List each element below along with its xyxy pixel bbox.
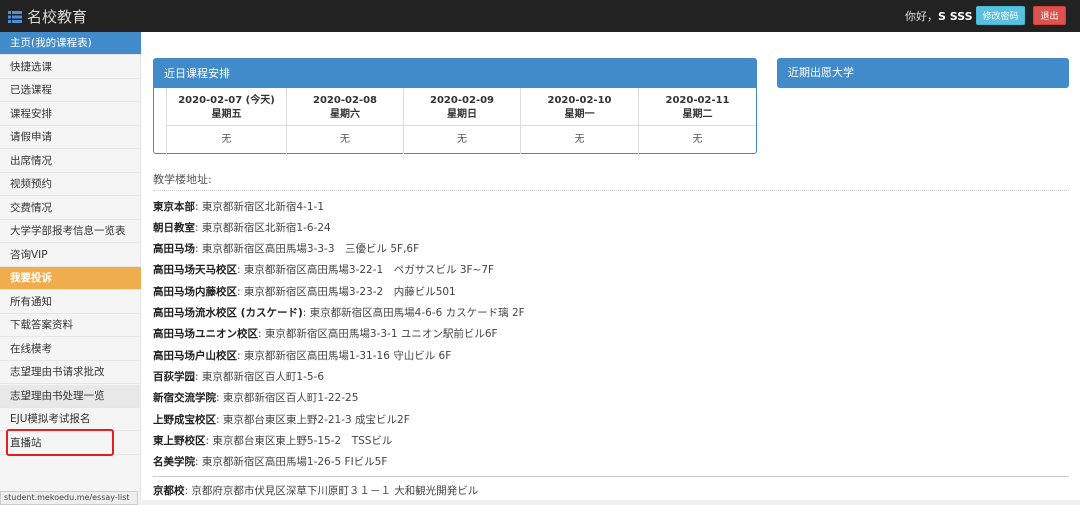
campus-address: 東京都台東区東上野5-15-2 TSSビル bbox=[212, 435, 393, 447]
schedule-day: 2020-02-09 星期日 无 bbox=[403, 88, 520, 154]
campus-name: 百荻学园 bbox=[153, 371, 195, 383]
day-date: 2020-02-08 bbox=[313, 95, 377, 106]
day-value: 无 bbox=[574, 134, 585, 145]
campus-name: 高田马场天马校区 bbox=[153, 264, 237, 276]
campus-address: 東京都新宿区高田馬場3-23-2 内藤ビル501 bbox=[243, 286, 456, 298]
schedule-day: 2020-02-10 星期一 无 bbox=[520, 88, 638, 154]
schedule-table: 2020-02-07 (今天) 星期五 无 2020-02-08 星期六 无 202… bbox=[154, 88, 756, 154]
day-weekday: 星期二 bbox=[682, 109, 713, 120]
status-url: student.mekoedu.me/essay-list bbox=[0, 491, 138, 505]
campus-address: 東京都新宿区高田馬場3-3-1 ユニオン駅前ビル6F bbox=[264, 328, 498, 340]
campus-name: 東京本部 bbox=[153, 201, 195, 213]
day-weekday: 星期六 bbox=[330, 109, 360, 120]
campus-name: 高田马场内藤校区 bbox=[153, 286, 237, 298]
schedule-day: 2020-02-07 (今天) 星期五 无 bbox=[166, 88, 286, 154]
day-value: 无 bbox=[692, 134, 703, 145]
highlight-box bbox=[6, 429, 114, 456]
address-item-kyoto: 京都校: 京都府京都市伏見区深草下川原町３１－１ 大和観光開発ビル bbox=[153, 485, 479, 497]
greeting-text: 你好， bbox=[905, 10, 938, 23]
day-date: 2020-02-11 bbox=[665, 95, 730, 106]
day-weekday: 星期一 bbox=[564, 109, 595, 120]
campus-address: 東京都新宿区北新宿4-1-1 bbox=[201, 201, 325, 213]
sidebar-item-notices[interactable]: 所有通知 bbox=[0, 291, 141, 314]
brand[interactable]: 名校教育 bbox=[8, 6, 87, 27]
campus-name: 上野成宝校区 bbox=[153, 414, 216, 426]
campus-address: 京都府京都市伏見区深草下川原町３１－１ 大和観光開発ビル bbox=[191, 485, 479, 497]
day-value: 无 bbox=[340, 134, 350, 145]
campus-name: 高田马场 bbox=[153, 243, 195, 255]
address-item: 名美学院: 東京都新宿区高田馬場1-26-5 FIビル5F bbox=[153, 456, 388, 468]
campus-address: 東京都新宿区高田馬場1-31-16 守山ビル 6F bbox=[243, 350, 452, 362]
sidebar-item-attendance[interactable]: 出席情况 bbox=[0, 150, 141, 173]
brand-name: 名校教育 bbox=[27, 8, 88, 26]
near-university-panel: 近期出愿大学 bbox=[777, 58, 1069, 88]
day-value: 无 bbox=[221, 134, 232, 145]
sidebar-item-leave[interactable]: 请假申请 bbox=[0, 126, 141, 149]
address-item: 東上野校区: 東京都台東区東上野5-15-2 TSSビル bbox=[153, 435, 393, 447]
sidebar-item-eju-signup[interactable]: EJU模拟考试报名 bbox=[0, 408, 141, 431]
sidebar-item-payments[interactable]: 交费情况 bbox=[0, 197, 141, 220]
address-item: 高田马场内藤校区: 東京都新宿区高田馬場3-23-2 内藤ビル501 bbox=[153, 286, 456, 298]
campus-name: 高田马场流水校区 (カスケード) bbox=[153, 307, 303, 319]
sidebar-item-video[interactable]: 视频预约 bbox=[0, 173, 141, 196]
sidebar-item-home[interactable]: 主页(我的课程表) bbox=[0, 32, 141, 55]
campus-address: 東京都台東区東上野2-21-3 成宝ビル2F bbox=[222, 414, 410, 426]
address-item: 高田马场ユニオン校区: 東京都新宿区高田馬場3-3-1 ユニオン駅前ビル6F bbox=[153, 328, 498, 340]
address-item: 高田马场户山校区: 東京都新宿区高田馬場1-31-16 守山ビル 6F bbox=[153, 350, 452, 362]
sidebar-item-selected-courses[interactable]: 已选课程 bbox=[0, 79, 141, 102]
username: S SSS bbox=[938, 10, 973, 23]
sidebar-item-vip[interactable]: 咨询VIP bbox=[0, 244, 141, 267]
address-item: 高田马场流水校区 (カスケード): 東京都新宿区高田馬場4-6-6 カスケード璃… bbox=[153, 307, 525, 319]
sidebar-item-essay-list[interactable]: 志望理由书处理一览 bbox=[0, 385, 141, 408]
day-weekday: 星期日 bbox=[447, 109, 477, 120]
divider bbox=[153, 476, 1069, 477]
campus-address: 東京都新宿区北新宿1-6-24 bbox=[201, 222, 331, 234]
campus-name: 東上野校区 bbox=[153, 435, 206, 447]
address-item: 上野成宝校区: 東京都台東区東上野2-21-3 成宝ビル2F bbox=[153, 414, 410, 426]
campus-name: 京都校 bbox=[153, 485, 185, 497]
change-password-button[interactable]: 修改密码 bbox=[976, 6, 1025, 25]
schedule-day: 2020-02-11 星期二 无 bbox=[638, 88, 756, 154]
day-weekday: 星期五 bbox=[211, 109, 242, 120]
day-date: 2020-02-10 bbox=[547, 95, 612, 106]
user-greeting: 你好，S SSS bbox=[905, 8, 973, 24]
day-date: 2020-02-07 (今天) bbox=[178, 95, 275, 106]
campus-name: 新宿交流学院 bbox=[153, 392, 216, 404]
day-value: 无 bbox=[457, 134, 467, 145]
campus-name: 朝日教室 bbox=[153, 222, 195, 234]
campus-address: 東京都新宿区高田馬場4-6-6 カスケード璃 2F bbox=[309, 307, 525, 319]
address-item: 朝日教室: 東京都新宿区北新宿1-6-24 bbox=[153, 222, 331, 234]
campus-name: 高田马场ユニオン校区 bbox=[153, 328, 258, 340]
sidebar-item-schedule[interactable]: 课程安排 bbox=[0, 103, 141, 126]
campus-address: 東京都新宿区百人町1-22-25 bbox=[222, 392, 359, 404]
address-item: 東京本部: 東京都新宿区北新宿4-1-1 bbox=[153, 201, 325, 213]
sidebar-item-complaint[interactable]: 我要投诉 bbox=[0, 267, 141, 290]
list-icon bbox=[8, 10, 22, 23]
horizontal-scrollbar[interactable] bbox=[142, 500, 1080, 505]
sidebar-item-online-exam[interactable]: 在线模考 bbox=[0, 338, 141, 361]
address-item: 新宿交流学院: 東京都新宿区百人町1-22-25 bbox=[153, 392, 359, 404]
campus-address: 東京都新宿区百人町1-5-6 bbox=[201, 371, 325, 383]
campus-address: 東京都新宿区高田馬場1-26-5 FIビル5F bbox=[201, 456, 388, 468]
address-section-label: 教学楼地址: bbox=[153, 173, 212, 186]
campus-name: 名美学院 bbox=[153, 456, 195, 468]
address-item: 高田马场天马校区: 東京都新宿区高田馬場3-22-1 ペガサスビル 3F~7F bbox=[153, 264, 495, 276]
day-date: 2020-02-09 bbox=[430, 95, 494, 106]
schedule-title: 近日课程安排 bbox=[154, 59, 756, 88]
sidebar-item-essay-request[interactable]: 志望理由书请求批改 bbox=[0, 361, 141, 384]
address-item: 百荻学园: 東京都新宿区百人町1-5-6 bbox=[153, 371, 325, 383]
campus-address: 東京都新宿区高田馬場3-22-1 ペガサスビル 3F~7F bbox=[243, 264, 495, 276]
top-navbar: 名校教育 你好，S SSS 修改密码 退出 bbox=[0, 0, 1080, 32]
campus-name: 高田马场户山校区 bbox=[153, 350, 237, 362]
campus-address: 東京都新宿区高田馬場3-3-3 三優ビル 5F,6F bbox=[201, 243, 420, 255]
near-university-title: 近期出愿大学 bbox=[778, 59, 1068, 87]
schedule-panel: 近日课程安排 2020-02-07 (今天) 星期五 无 2020-02-08 星期… bbox=[153, 58, 757, 154]
address-item: 高田马场: 東京都新宿区高田馬場3-3-3 三優ビル 5F,6F bbox=[153, 243, 420, 255]
sidebar-item-quick-select[interactable]: 快捷选课 bbox=[0, 56, 141, 79]
logout-button[interactable]: 退出 bbox=[1033, 6, 1066, 25]
divider bbox=[153, 190, 1069, 191]
sidebar-item-university-list[interactable]: 大学学部报考信息一览表 bbox=[0, 220, 141, 243]
schedule-day: 2020-02-08 星期六 无 bbox=[286, 88, 403, 154]
sidebar-item-downloads[interactable]: 下载答案资料 bbox=[0, 314, 141, 337]
